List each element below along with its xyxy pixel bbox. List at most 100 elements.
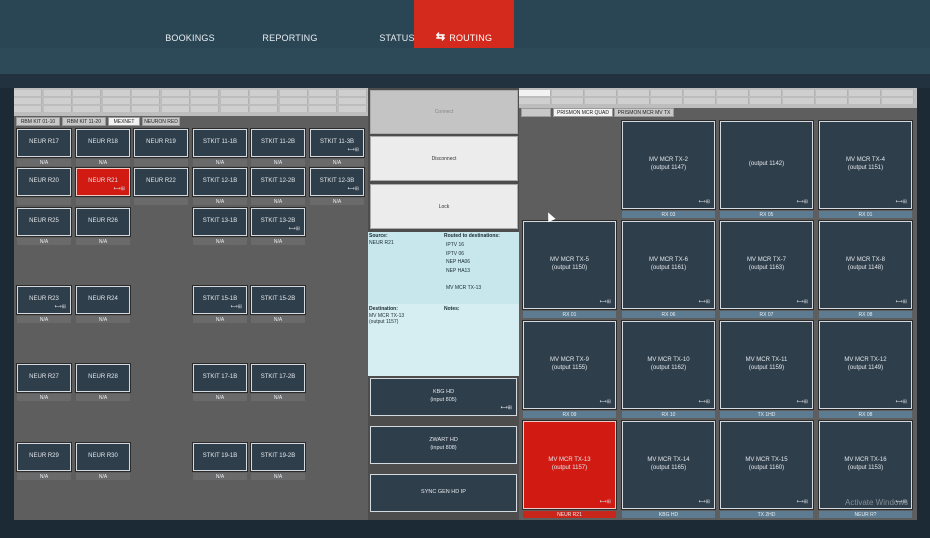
dest-group-tab[interactable] (618, 98, 650, 104)
dest-group-tab[interactable] (585, 90, 617, 96)
source-tile[interactable]: STKIT 11-2B (251, 129, 305, 157)
dest-group-tab[interactable] (750, 90, 782, 96)
subgroup-tab[interactable]: RBM KIT 01-10 (16, 117, 60, 126)
dest-group-tab[interactable] (618, 90, 650, 96)
source-tile[interactable]: NEUR R20 (17, 168, 71, 196)
dest-group-tab[interactable] (750, 98, 782, 104)
dest-group-tab[interactable] (717, 98, 749, 104)
subgroup-tab[interactable]: NEURON RED (142, 117, 180, 126)
source-tile[interactable]: STKIT 12-2B (251, 168, 305, 196)
group-tab[interactable] (43, 98, 72, 104)
group-tab[interactable] (73, 90, 101, 96)
group-tab[interactable] (338, 90, 367, 96)
destination-tile[interactable]: MV MCR TX-6 (output 1161) ⟷⊞ (622, 221, 715, 309)
group-tab[interactable] (250, 98, 278, 104)
group-tab[interactable] (132, 98, 160, 104)
source-tile[interactable]: STKIT 12-3B ⟷⊞ (310, 168, 364, 196)
group-tab[interactable] (161, 90, 190, 96)
source-tile[interactable]: NEUR R19 (134, 129, 188, 157)
dest-group-tab[interactable] (816, 98, 848, 104)
group-tab[interactable] (191, 98, 219, 104)
destination-tile[interactable]: MV MCR TX-5 (output 1150) ⟷⊞ (523, 221, 616, 309)
group-tab[interactable] (132, 90, 160, 96)
group-tab[interactable] (161, 98, 190, 104)
nav-bookings[interactable]: BOOKINGS (150, 0, 230, 48)
dest-group-tab[interactable] (849, 98, 881, 104)
dest-group-tab[interactable] (882, 98, 914, 104)
group-tab[interactable] (191, 106, 219, 112)
dest-group-tab[interactable] (651, 98, 683, 104)
dest-group-tab[interactable] (816, 90, 848, 96)
group-tab[interactable] (191, 90, 219, 96)
dest-group-tab[interactable] (684, 90, 716, 96)
dest-group-tab[interactable] (585, 98, 617, 104)
source-tile[interactable]: STKIT 11-1B (193, 129, 247, 157)
source-tile[interactable]: STKIT 13-2B ⟷⊞ (251, 208, 305, 236)
source-tile[interactable]: NEUR R29 (17, 443, 71, 471)
quick-source-button[interactable]: ZWART HD (input 808) (370, 426, 517, 464)
dest-group-tab[interactable] (519, 90, 551, 96)
group-tab[interactable] (14, 90, 42, 96)
source-tile[interactable]: NEUR R18 (76, 129, 130, 157)
group-tab[interactable] (161, 106, 190, 112)
connect-button[interactable]: Connect (370, 90, 518, 134)
nav-reporting[interactable]: REPORTING (250, 0, 330, 48)
source-tile[interactable]: NEUR R22 (134, 168, 188, 196)
destination-tile[interactable]: MV MCR TX-15 (output 1160) ⟷⊞ (720, 421, 813, 509)
dest-subgroup-tab[interactable] (521, 108, 551, 117)
quick-source-button[interactable]: KBG HD (input 805) ⟷⊞ (370, 378, 517, 416)
destination-tile[interactable]: MV MCR TX-2 (output 1147) ⟷⊞ (622, 121, 715, 209)
group-tab[interactable] (132, 106, 160, 112)
destination-tile[interactable]: MV MCR TX-7 (output 1163) ⟷⊞ (720, 221, 813, 309)
group-tab[interactable] (43, 90, 72, 96)
source-tile[interactable]: NEUR R23 ⟷⊞ (17, 286, 71, 314)
group-tab[interactable] (250, 106, 278, 112)
group-tab[interactable] (73, 106, 101, 112)
source-tile[interactable]: NEUR R27 (17, 364, 71, 392)
group-tab[interactable] (73, 98, 101, 104)
quick-source-button[interactable]: SYNC GEN HD IP (370, 474, 517, 512)
dest-group-tab[interactable] (783, 98, 815, 104)
dest-group-tab[interactable] (519, 98, 551, 104)
nav-routing[interactable]: ⇆ ROUTING (414, 0, 514, 48)
destination-tile[interactable]: MV MCR TX-12 (output 1149) ⟷⊞ (819, 321, 912, 409)
group-tab[interactable] (220, 90, 249, 96)
source-tile[interactable]: NEUR R21 ⟷⊞ (76, 168, 130, 196)
group-tab[interactable] (250, 90, 278, 96)
group-tab[interactable] (279, 98, 308, 104)
source-tile[interactable]: NEUR R28 (76, 364, 130, 392)
source-tile[interactable]: STKIT 15-1B ⟷⊞ (193, 286, 247, 314)
source-tile[interactable]: NEUR R25 (17, 208, 71, 236)
source-tile[interactable]: NEUR R26 (76, 208, 130, 236)
destination-tile[interactable]: (output 1142) ⟷⊞ (720, 121, 813, 209)
group-tab[interactable] (279, 106, 308, 112)
destination-tile[interactable]: MV MCR TX-8 (output 1148) ⟷⊞ (819, 221, 912, 309)
source-tile[interactable]: STKIT 19-2B (251, 443, 305, 471)
group-tab[interactable] (279, 90, 308, 96)
source-tile[interactable]: NEUR R24 (76, 286, 130, 314)
group-tab[interactable] (220, 98, 249, 104)
dest-group-tab[interactable] (651, 90, 683, 96)
dest-group-tab[interactable] (717, 90, 749, 96)
dest-subgroup-tab[interactable]: PRISMON MCR MV TX (614, 108, 674, 117)
dest-subgroup-tab[interactable]: PRISMON MCR QUAD (553, 108, 613, 117)
destination-tile[interactable]: MV MCR TX-14 (output 1165) ⟷⊞ (622, 421, 715, 509)
group-tab[interactable] (309, 98, 337, 104)
source-tile[interactable]: NEUR R17 (17, 129, 71, 157)
source-tile[interactable]: STKIT 19-1B (193, 443, 247, 471)
source-tile[interactable]: NEUR R30 (76, 443, 130, 471)
subgroup-tab[interactable]: RBM KIT 11-20 (62, 117, 106, 126)
group-tab[interactable] (14, 98, 42, 104)
source-tile[interactable]: STKIT 11-3B ⟷⊞ (310, 129, 364, 157)
disconnect-button[interactable]: Disconnect (370, 136, 518, 181)
source-tile[interactable]: STKIT 12-1B (193, 168, 247, 196)
dest-group-tab[interactable] (849, 90, 881, 96)
destination-tile[interactable]: MV MCR TX-10 (output 1162) ⟷⊞ (622, 321, 715, 409)
group-tab[interactable] (102, 90, 131, 96)
group-tab[interactable] (309, 106, 337, 112)
dest-group-tab[interactable] (552, 98, 584, 104)
lock-button[interactable]: Lock (370, 184, 518, 229)
source-tile[interactable]: STKIT 17-2B (251, 364, 305, 392)
source-tile[interactable]: STKIT 13-1B (193, 208, 247, 236)
destination-tile[interactable]: MV MCR TX-16 (output 1153) ⟷⊞ (819, 421, 912, 509)
